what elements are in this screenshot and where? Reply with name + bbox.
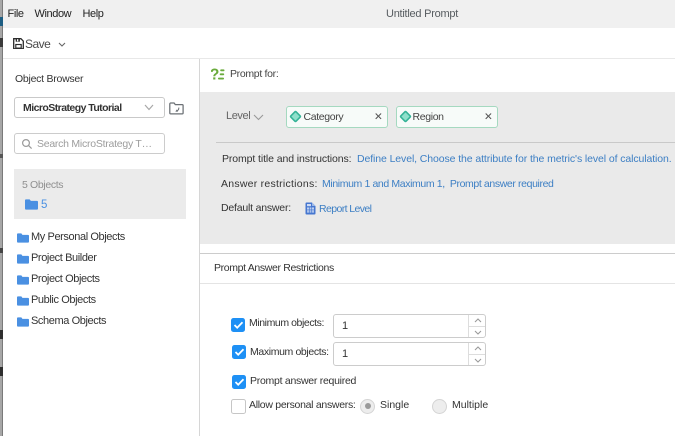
svg-text:?: ? [211, 67, 219, 84]
